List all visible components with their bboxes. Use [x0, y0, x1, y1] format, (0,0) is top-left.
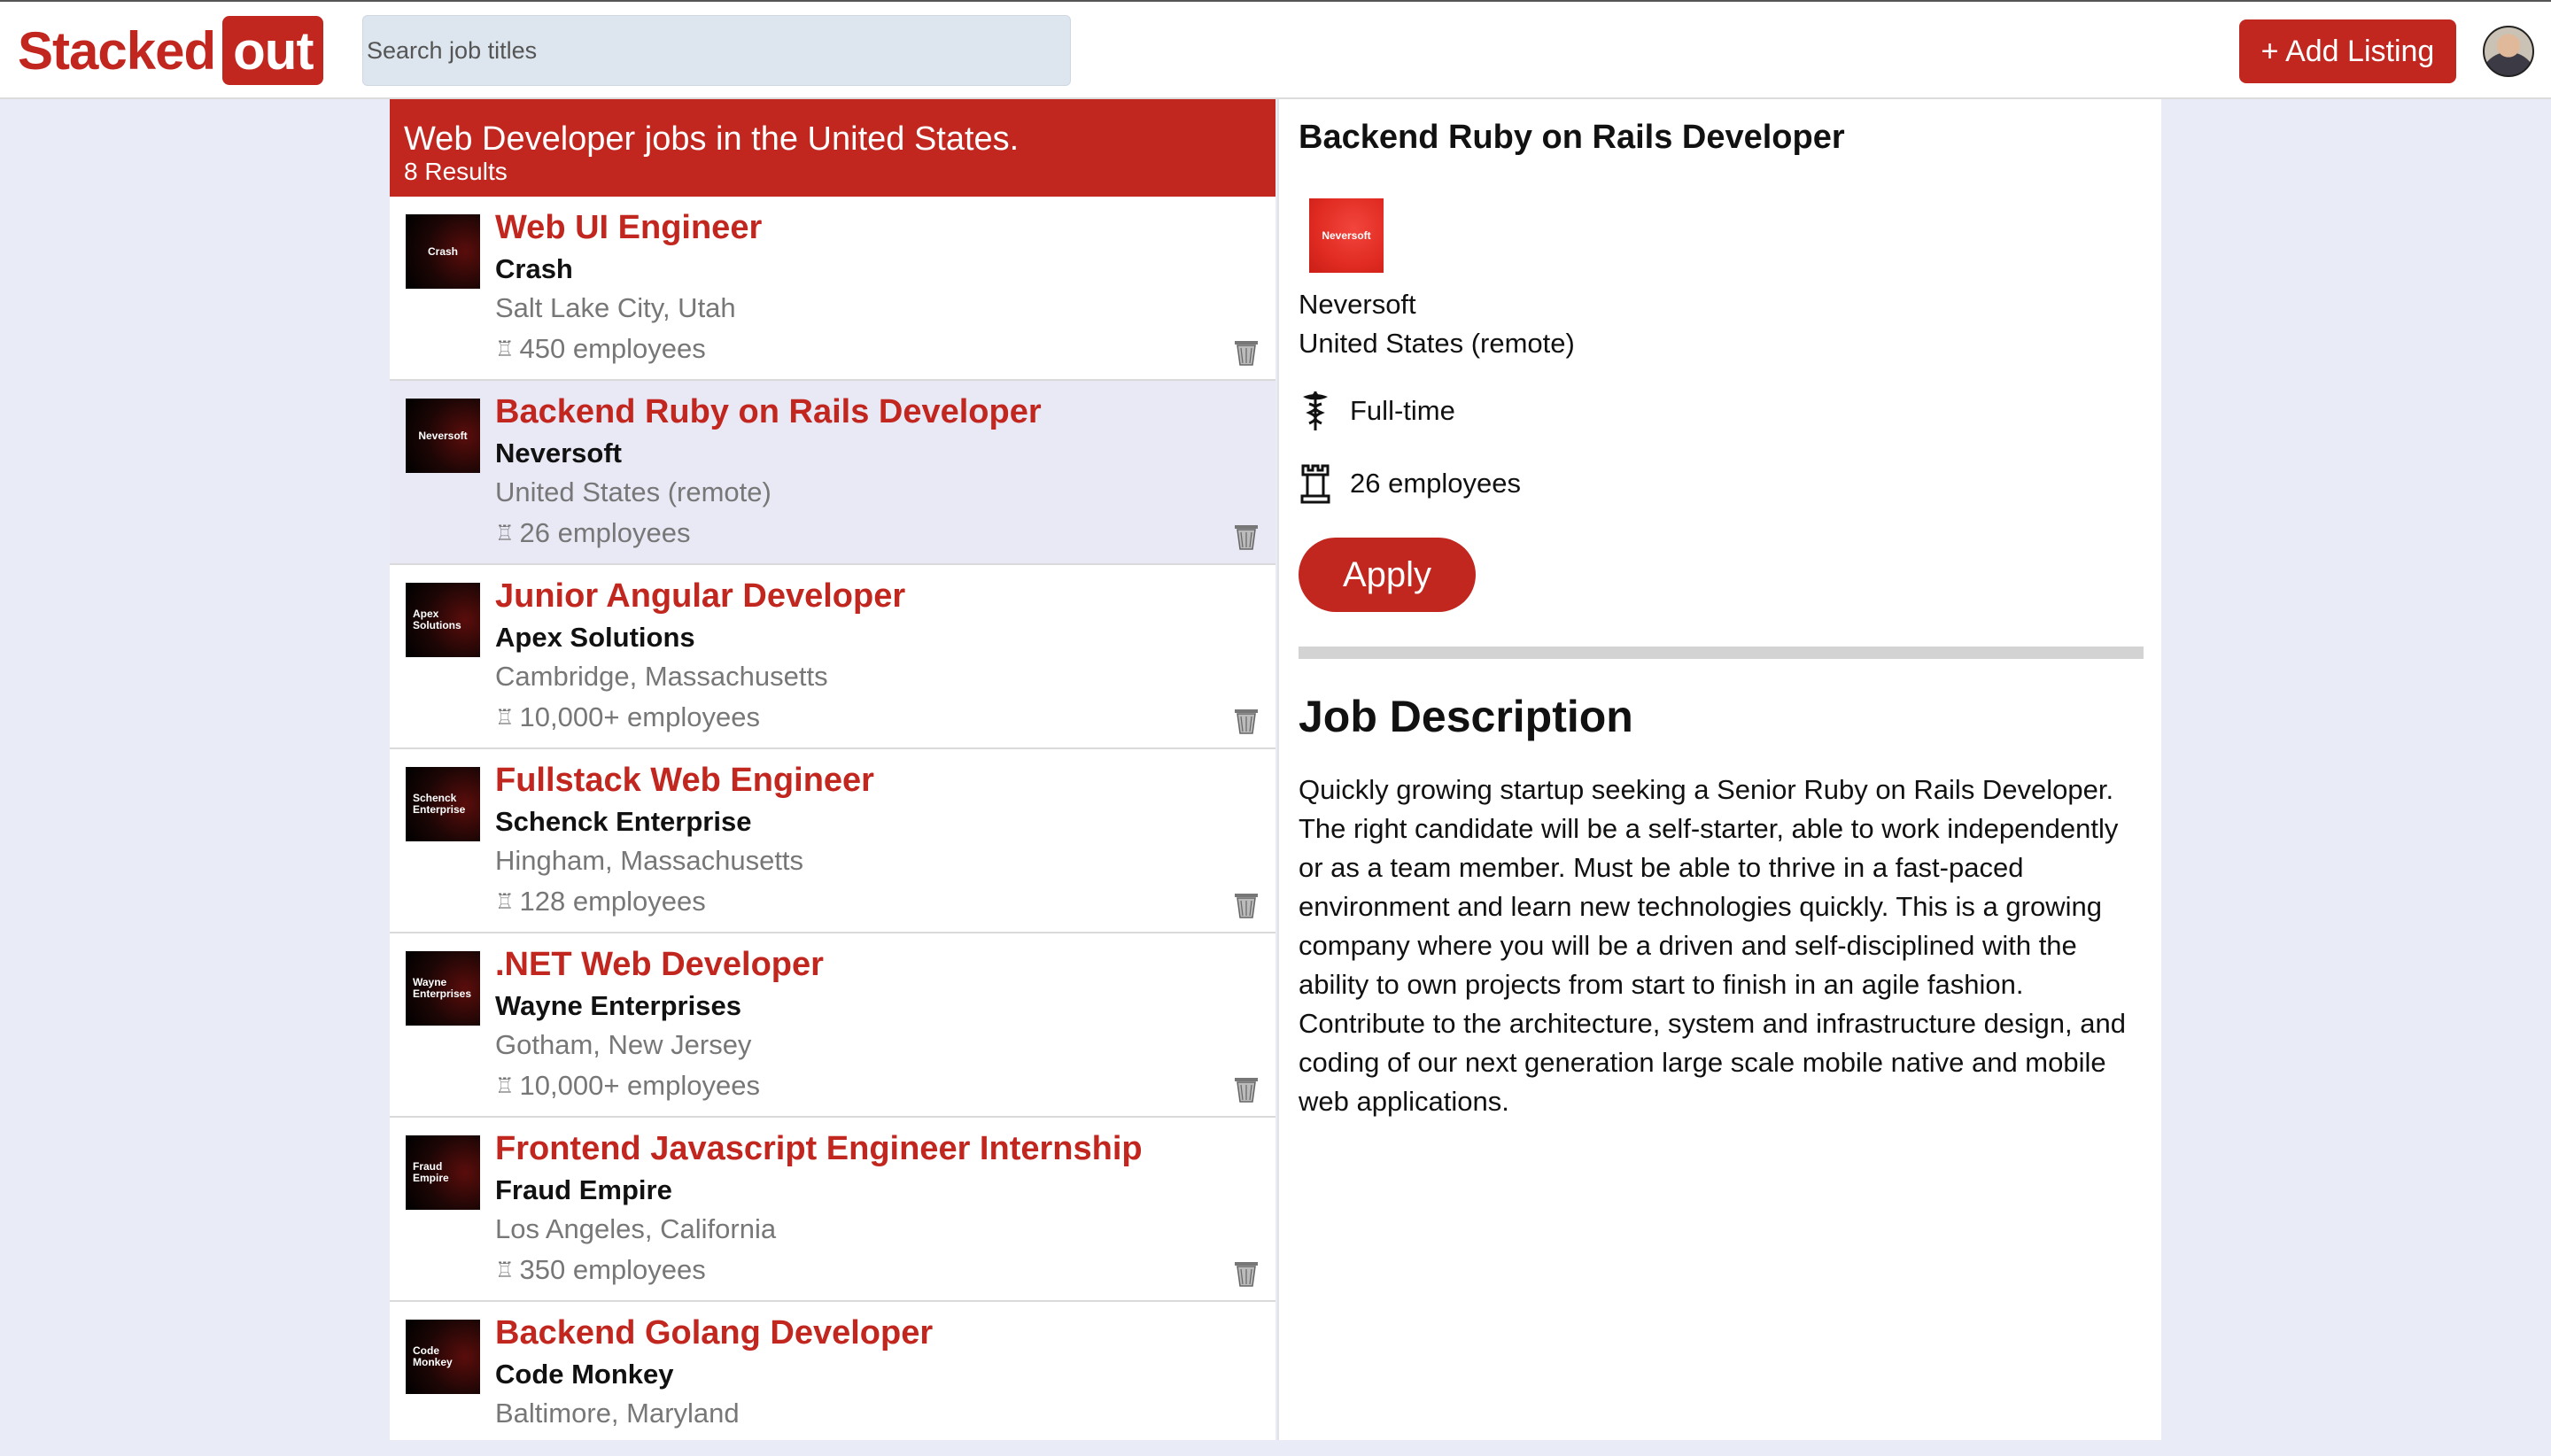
company-size-text: 10,000+ employees [519, 701, 760, 732]
trash-icon[interactable] [1233, 1259, 1260, 1288]
job-title[interactable]: Backend Ruby on Rails Developer [495, 393, 1042, 431]
caduceus-icon [1299, 390, 1332, 432]
company-logo: Fraud Empire [406, 1135, 480, 1210]
company-name: Crash [495, 253, 573, 284]
company-size: ♖ 350 employees [495, 1254, 706, 1286]
job-item-selected[interactable]: Neversoft Backend Ruby on Rails Develope… [390, 381, 1276, 565]
job-list: Crash Web UI Engineer Crash Salt Lake Ci… [390, 197, 1276, 1440]
company-logo: Schenck Enterprise [406, 767, 480, 841]
company-name: Apex Solutions [495, 622, 695, 653]
avatar[interactable] [2483, 26, 2534, 77]
logo-text-out: out [222, 16, 324, 85]
company-size: ♖ 10,000+ employees [495, 701, 760, 733]
company-name: Code Monkey [495, 1359, 674, 1390]
company-size: ♖ 10,000+ employees [495, 1070, 760, 1102]
detail-company-size: 26 employees [1299, 462, 1521, 505]
company-logo: Neversoft [406, 399, 480, 473]
tower-icon: ♖ [495, 1073, 515, 1098]
tower-icon: ♖ [495, 337, 515, 361]
tower-icon: ♖ [495, 705, 515, 730]
company-name: Neversoft [495, 438, 622, 469]
results-title: Web Developer jobs in the United States. [404, 120, 1020, 158]
detail-company-name: Neversoft [1299, 289, 1416, 320]
results-count: 8 Results [404, 158, 508, 185]
company-size: ♖ 450 employees [495, 333, 706, 365]
company-logo: Wayne Enterprises [406, 951, 480, 1026]
trash-icon[interactable] [1233, 1075, 1260, 1104]
job-title[interactable]: Backend Golang Developer [495, 1314, 933, 1352]
job-title[interactable]: Junior Angular Developer [495, 577, 905, 616]
job-detail-panel: Backend Ruby on Rails Developer Neversof… [1277, 99, 2161, 1440]
job-item[interactable]: Code Monkey Backend Golang Developer Cod… [390, 1302, 1276, 1440]
description-heading: Job Description [1299, 692, 1633, 741]
company-name: Fraud Empire [495, 1174, 672, 1205]
job-title[interactable]: Frontend Javascript Engineer Internship [495, 1130, 1143, 1168]
job-title[interactable]: Web UI Engineer [495, 209, 762, 247]
detail-company-size-text: 26 employees [1350, 468, 1522, 499]
job-item[interactable]: Wayne Enterprises .NET Web Developer Way… [390, 933, 1276, 1118]
search-input[interactable] [362, 15, 1071, 86]
job-location: Salt Lake City, Utah [495, 292, 736, 323]
logo-text-stacked: Stacked [18, 20, 216, 81]
company-logo: Apex Solutions [406, 583, 480, 657]
company-name: Schenck Enterprise [495, 806, 752, 837]
job-location: Cambridge, Massachusetts [495, 661, 828, 692]
company-logo: Code Monkey [406, 1320, 480, 1394]
detail-company-logo: Neversoft [1309, 198, 1384, 273]
job-location: United States (remote) [495, 476, 772, 507]
job-location: Hingham, Massachusetts [495, 845, 804, 876]
company-name: Wayne Enterprises [495, 990, 741, 1021]
job-title[interactable]: Fullstack Web Engineer [495, 762, 874, 800]
description-text: Quickly growing startup seeking a Senior… [1299, 774, 2126, 1117]
results-header: Web Developer jobs in the United States.… [390, 99, 1276, 197]
trash-icon[interactable] [1233, 523, 1260, 551]
company-size-text: 10,000+ employees [519, 1070, 760, 1101]
job-location: Gotham, New Jersey [495, 1029, 752, 1060]
detail-employment-type-text: Full-time [1350, 395, 1455, 426]
company-size-text: 128 employees [519, 886, 706, 917]
company-size: ♖ 128 employees [495, 886, 706, 918]
company-size-text: 350 employees [519, 1254, 706, 1285]
tower-icon: ♖ [495, 1258, 515, 1282]
detail-employment-type: Full-time [1299, 390, 1455, 432]
detail-job-title: Backend Ruby on Rails Developer [1299, 119, 1845, 156]
company-size-text: 450 employees [519, 333, 706, 364]
job-title[interactable]: .NET Web Developer [495, 946, 824, 984]
job-location: Los Angeles, California [495, 1213, 777, 1244]
job-item[interactable]: Apex Solutions Junior Angular Developer … [390, 565, 1276, 749]
app-logo[interactable]: Stacked out [18, 15, 324, 86]
tower-icon: ♖ [495, 521, 515, 546]
job-location: Baltimore, Maryland [495, 1398, 740, 1429]
tower-icon [1299, 462, 1332, 505]
detail-location: United States (remote) [1299, 328, 1575, 359]
job-item[interactable]: Schenck Enterprise Fullstack Web Enginee… [390, 749, 1276, 933]
trash-icon[interactable] [1233, 891, 1260, 919]
trash-icon[interactable] [1233, 338, 1260, 367]
apply-button[interactable]: Apply [1299, 538, 1476, 612]
company-size-text: 26 employees [519, 517, 691, 548]
top-bar: Stacked out + Add Listing [0, 2, 2551, 99]
add-listing-button[interactable]: + Add Listing [2239, 19, 2456, 83]
trash-icon[interactable] [1233, 707, 1260, 735]
company-size: ♖ 26 employees [495, 517, 691, 549]
job-item[interactable]: Crash Web UI Engineer Crash Salt Lake Ci… [390, 197, 1276, 381]
section-divider [1299, 647, 2144, 659]
tower-icon: ♖ [495, 889, 515, 914]
job-item[interactable]: Fraud Empire Frontend Javascript Enginee… [390, 1118, 1276, 1302]
company-logo: Crash [406, 214, 480, 289]
job-list-panel: Web Developer jobs in the United States.… [390, 99, 1276, 1440]
